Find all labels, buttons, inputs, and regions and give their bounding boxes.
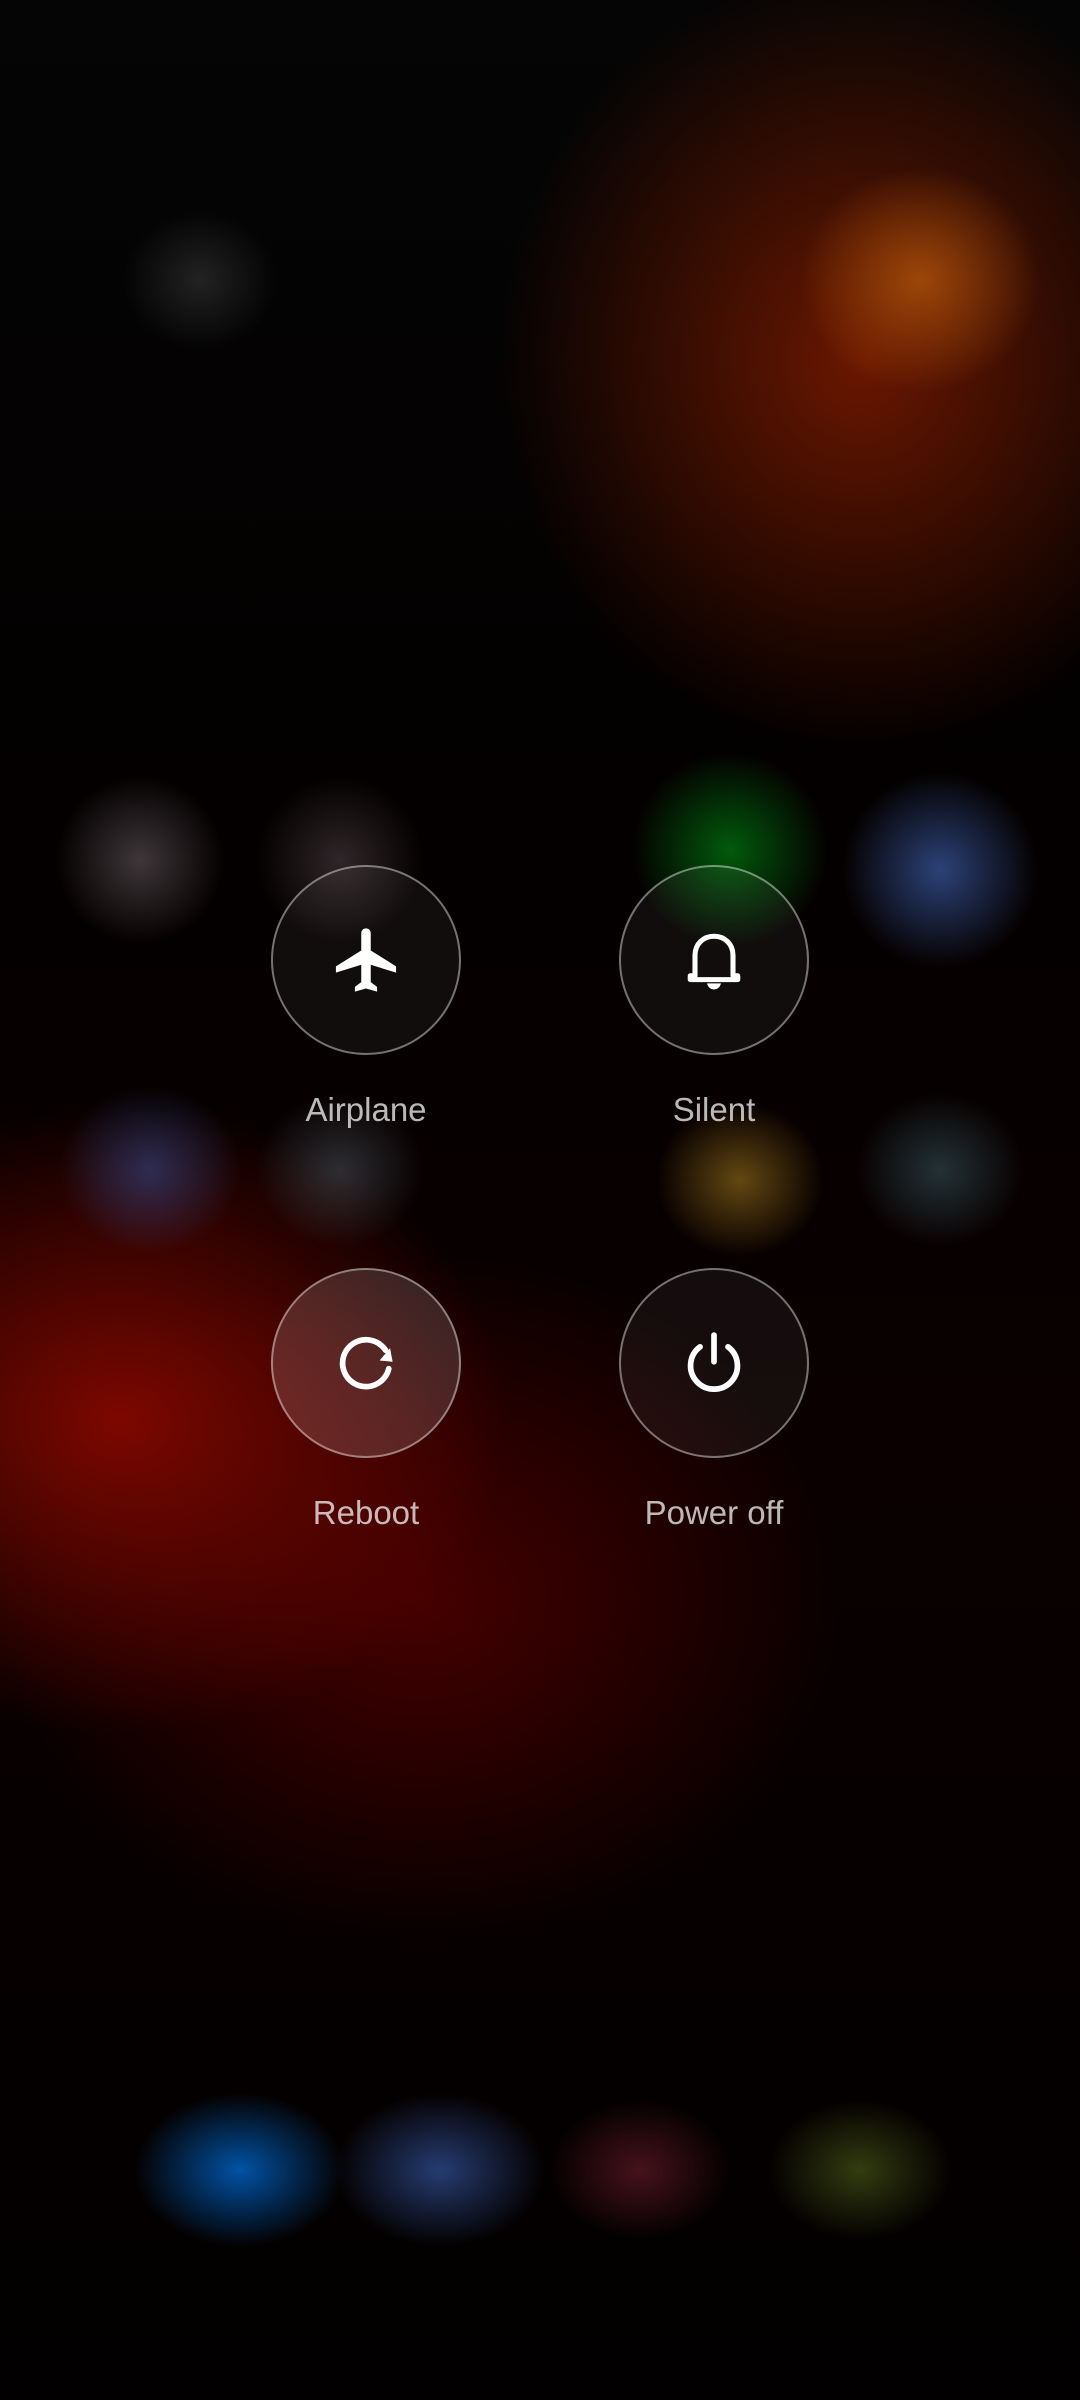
power-off-button[interactable]: Power off	[564, 1268, 864, 1532]
reboot-circle[interactable]	[271, 1268, 461, 1458]
silent-mode-button[interactable]: Silent	[564, 865, 864, 1129]
airplane-mode-button[interactable]: Airplane	[216, 865, 516, 1129]
silent-label: Silent	[672, 1091, 756, 1128]
power-menu: Airplane Silent Reboot Power off	[0, 0, 1080, 2400]
bell-icon	[687, 933, 741, 990]
power-icon	[687, 1332, 741, 1392]
airplane-circle[interactable]	[271, 865, 461, 1055]
airplane-label: Airplane	[305, 1091, 427, 1128]
reboot-icon	[339, 1336, 393, 1390]
power-off-circle[interactable]	[619, 1268, 809, 1458]
power-off-label: Power off	[644, 1494, 784, 1531]
power-menu-screen: Airplane Silent Reboot Power off	[0, 0, 1080, 2400]
airplane-icon	[335, 928, 397, 992]
reboot-button[interactable]: Reboot	[216, 1268, 516, 1532]
silent-circle[interactable]	[619, 865, 809, 1055]
reboot-label: Reboot	[312, 1494, 420, 1531]
